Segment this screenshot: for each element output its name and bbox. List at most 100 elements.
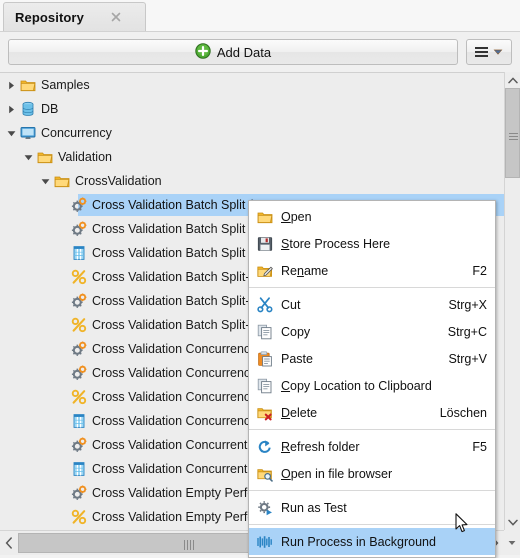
vertical-scrollbar-thumb[interactable] [505,88,520,178]
chevron-down-icon[interactable] [40,176,51,187]
chevron-down-icon[interactable] [23,152,34,163]
scrollbar-corner [504,530,520,555]
data-icon [71,245,87,261]
tree-item-label: Cross Validation Batch Split-s [92,294,256,308]
tree-item-label: Cross Validation Empty Perfo [92,486,255,500]
vertical-scrollbar-track[interactable] [505,88,520,514]
chevron-right-icon[interactable] [6,80,17,91]
tree-item[interactable]: DB [0,97,505,121]
menu-item-label: Copy [281,324,311,339]
menu-item[interactable]: Paste Strg+V [249,345,495,372]
result-icon [71,317,87,333]
scissors-icon [257,296,273,313]
tree-item-label: Cross Validation Batch Split ( [92,198,253,212]
hamburger-icon [475,45,488,59]
chevron-down-icon [493,45,503,59]
scrollbar-grip-icon [183,539,195,550]
tree-item[interactable]: Concurrency [0,121,505,145]
menu-item-shortcut: Strg+C [447,324,487,339]
menu-item[interactable]: Delete Löschen [249,399,495,426]
add-data-button[interactable]: Add Data [8,39,458,65]
process-icon [71,197,87,213]
tree-item[interactable]: CrossValidation [0,169,505,193]
menu-item-shortcut: Strg+X [448,297,487,312]
process-icon [71,437,87,453]
background-run-icon [257,534,273,550]
menu-item-label: Rename [281,263,329,278]
menu-item-label: Refresh folder [281,439,360,454]
process-icon [71,293,87,309]
tree-item[interactable]: Samples [0,73,505,97]
menu-item[interactable]: Cut Strg+X [249,291,495,318]
tree-item-label: Cross Validation Batch Split- [92,270,250,284]
menu-item[interactable]: Copy Strg+C [249,318,495,345]
menu-item-label: Paste [281,351,313,366]
save-icon [257,236,273,252]
tree-item-label: Cross Validation Batch Split B [92,246,258,260]
delete-folder-icon [257,405,273,421]
tree-item-label: Cross Validation Concurrenc [92,342,251,356]
folder-icon [37,149,53,165]
menu-item-label: Copy Location to Clipboard [281,378,432,393]
menu-item-label: Run Process in Background [281,534,436,549]
data-icon [71,461,87,477]
tab-bar: Repository [0,0,520,33]
rename-icon [257,263,273,279]
result-icon [71,269,87,285]
repository-menu-button[interactable] [466,39,512,65]
menu-item-shortcut: F2 [472,263,487,278]
menu-item-label: Cut [281,297,301,312]
menu-item[interactable]: Open [249,203,495,230]
menu-item-label: Delete [281,405,318,420]
copy-icon [257,324,273,340]
tree-item-label: DB [41,102,59,116]
chevron-right-icon[interactable] [6,104,17,115]
result-icon [71,509,87,525]
chevron-down-icon[interactable] [505,514,520,530]
toolbar: Add Data [0,32,520,72]
add-data-label: Add Data [216,44,272,60]
process-icon [71,485,87,501]
tree-item-label: Cross Validation Concurrenc [92,366,251,380]
menu-item[interactable]: Open in file browser [249,460,495,487]
result-icon [71,389,87,405]
mouse-pointer-icon [455,513,469,533]
database-icon [20,101,36,117]
tree-item-label: CrossValidation [75,174,162,188]
repository-panel: Repository Add Data Samples DB Concurren… [0,0,520,558]
data-icon [71,413,87,429]
chevron-down-icon[interactable] [6,128,17,139]
process-icon [71,341,87,357]
vertical-scrollbar[interactable] [504,72,520,530]
chevron-left-icon[interactable] [0,531,18,555]
folder-icon [20,77,36,93]
menu-item[interactable]: Store Process Here [249,230,495,257]
menu-item[interactable]: Copy Location to Clipboard [249,372,495,399]
menu-item[interactable]: Rename F2 [249,257,495,284]
menu-item[interactable]: Refresh folder F5 [249,433,495,460]
paste-icon [257,350,273,367]
gear-play-icon [257,500,273,516]
tree-item-label: Concurrency [41,126,112,140]
tree-item[interactable]: Validation [0,145,505,169]
tree-item-label: Cross Validation Empty Perfo [92,510,255,524]
tab-repository[interactable]: Repository [3,2,146,33]
menu-item-label: Open in file browser [281,466,393,481]
tree-item-label: Cross Validation Concurrenc [92,390,251,404]
context-menu[interactable]: Open Store Process Here Rename F2 Cut Strg+X C… [248,200,496,558]
refresh-icon [257,439,273,455]
close-icon[interactable] [109,10,123,24]
chevron-up-icon[interactable] [505,72,520,88]
green-plus-icon [195,42,211,62]
process-icon [71,365,87,381]
